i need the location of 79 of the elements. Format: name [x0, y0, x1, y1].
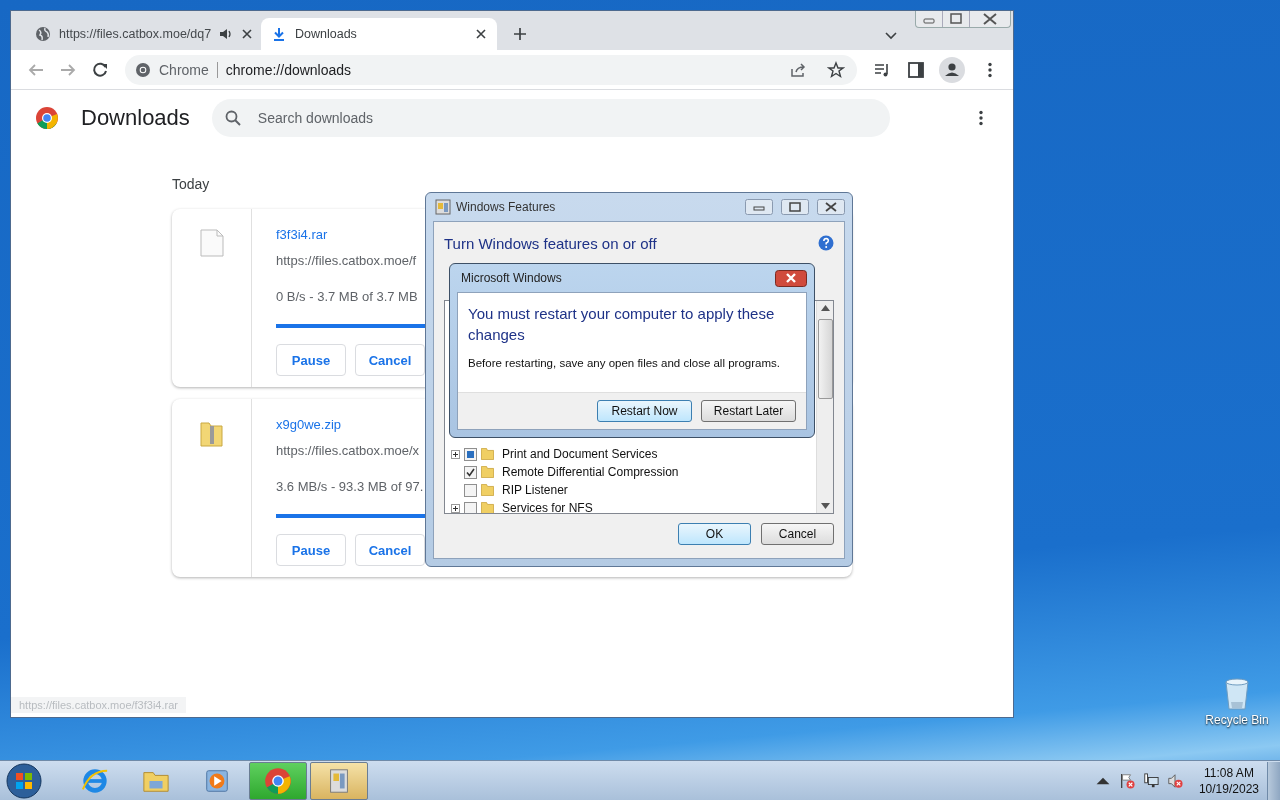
close-icon[interactable] — [241, 28, 254, 40]
expand-icon[interactable] — [451, 503, 460, 513]
dialog-button[interactable]: Restart Later — [701, 400, 796, 422]
feature-label: Remote Differential Compression — [502, 465, 679, 479]
chrome-logo-icon — [264, 766, 292, 795]
start-button[interactable] — [6, 762, 42, 799]
clock-date[interactable]: 10/19/2023 — [1198, 780, 1259, 797]
message-heading: You must restart your computer to apply these changes — [468, 304, 776, 345]
download-status: 0 B/s - 3.7 MB of 3.7 MB — [276, 289, 418, 304]
folder-icon — [481, 484, 494, 496]
browser-tab[interactable]: Downloads — [261, 18, 497, 50]
tab-title: https://files.catbox.moe/dq7 — [59, 27, 212, 41]
checkbox[interactable] — [464, 447, 477, 461]
checkbox[interactable] — [464, 483, 477, 497]
help-icon[interactable] — [818, 235, 834, 251]
url-text: chrome://downloads — [225, 61, 352, 78]
new-tab-icon[interactable] — [513, 27, 527, 41]
globe-icon — [35, 26, 51, 42]
download-button[interactable]: Pause — [276, 344, 346, 376]
window-title: Microsoft Windows — [461, 271, 562, 285]
dialog-button[interactable]: Cancel — [761, 523, 834, 545]
profile-avatar-icon[interactable] — [939, 56, 965, 83]
feature-label: Services for NFS — [502, 501, 593, 513]
speaker-muted-icon[interactable] — [1166, 772, 1183, 789]
close-icon[interactable] — [817, 199, 845, 215]
download-button[interactable]: Pause — [276, 534, 346, 566]
search-input[interactable]: Search downloads — [255, 109, 878, 127]
recycle-bin-icon[interactable] — [1224, 678, 1250, 710]
feature-label: Print and Document Services — [502, 447, 658, 461]
tab-title: Downloads — [295, 27, 358, 41]
download-button[interactable]: Cancel — [355, 344, 425, 376]
folder-icon — [481, 448, 494, 460]
network-icon[interactable] — [1142, 772, 1159, 789]
scroll-up-icon[interactable] — [820, 305, 830, 311]
ie-icon — [81, 766, 109, 795]
scroll-down-icon[interactable] — [820, 503, 830, 509]
chrome-logo-icon — [35, 106, 59, 130]
dialog-heading: Turn Windows features on or off — [444, 234, 658, 252]
file-icon — [199, 229, 224, 257]
download-status: 3.6 MB/s - 93.3 MB of 97. — [276, 479, 424, 494]
flag-error-icon[interactable] — [1118, 772, 1135, 789]
star-icon[interactable] — [827, 60, 845, 79]
browser-tab[interactable]: https://files.catbox.moe/dq7 — [25, 18, 261, 50]
download-button[interactable]: Cancel — [355, 534, 425, 566]
taskbar-button[interactable] — [249, 761, 307, 800]
share-icon[interactable] — [789, 60, 807, 79]
clock-time[interactable]: 11:08 AM — [1204, 764, 1254, 781]
dialog-button[interactable]: Restart Now — [597, 400, 692, 422]
search-field[interactable]: Search downloads — [211, 99, 890, 137]
reload-icon[interactable] — [91, 60, 109, 79]
download-icon — [271, 26, 287, 42]
side-panel-icon[interactable] — [907, 60, 925, 79]
message-text: Before restarting, save any open files and close all programs. — [468, 357, 781, 369]
expand-icon[interactable] — [451, 449, 460, 459]
chrome-logo-icon — [135, 61, 151, 78]
show-desktop-button[interactable] — [1267, 761, 1280, 800]
feature-label: RIP Listener — [502, 483, 568, 497]
zip-folder-icon — [199, 419, 224, 447]
search-icon — [223, 109, 242, 127]
site-label: Chrome — [159, 61, 218, 78]
file-name-link[interactable]: x9g0we.zip — [276, 417, 342, 432]
close-icon[interactable] — [475, 28, 487, 40]
checkbox[interactable] — [464, 465, 477, 479]
features-icon — [435, 199, 451, 215]
dialog-button[interactable]: OK — [678, 523, 751, 545]
page-title: Downloads — [81, 105, 190, 131]
address-bar[interactable]: Chrome chrome://downloads — [125, 54, 857, 85]
taskbar-button[interactable] — [310, 761, 368, 800]
source-url: https://files.catbox.moe/f — [276, 253, 417, 268]
source-url: https://files.catbox.moe/x — [276, 443, 420, 458]
scrollbar[interactable] — [816, 301, 833, 513]
chevron-down-icon[interactable] — [885, 29, 897, 41]
close-button[interactable] — [775, 269, 807, 287]
window-title: Windows Features — [456, 200, 556, 214]
section-heading: Today — [172, 176, 211, 192]
link-status-bubble: https://files.catbox.moe/f3f3i4.rar — [11, 697, 186, 713]
maximize-icon[interactable] — [781, 199, 809, 215]
folder-icon — [481, 466, 494, 478]
file-name-link[interactable]: f3f3i4.rar — [276, 227, 328, 242]
